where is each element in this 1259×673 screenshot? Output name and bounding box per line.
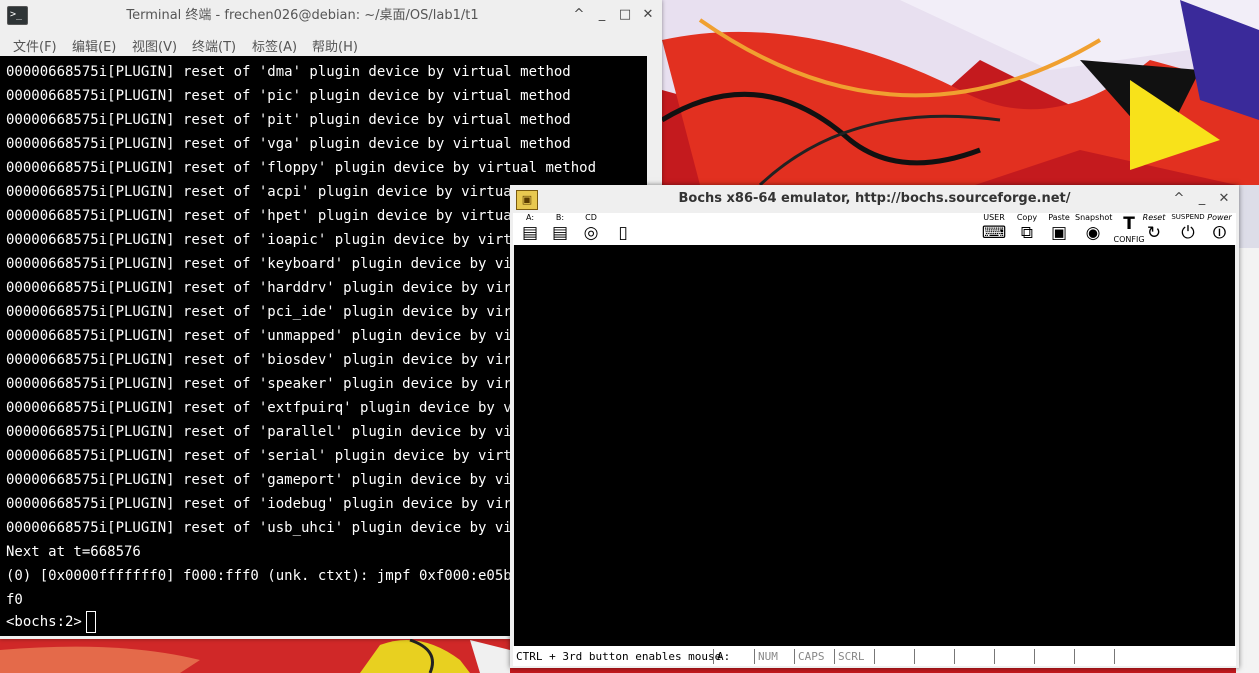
floppy-a-label: A: (525, 213, 535, 222)
cdrom-button[interactable]: CD ◎ (577, 213, 605, 245)
collapse-button[interactable]: ^ (1171, 191, 1187, 207)
terminal-line: 00000668575i[PLUGIN] reset of 'ioapic' p… (6, 232, 538, 248)
emulator-screen[interactable] (514, 245, 1235, 646)
terminal-line: f0 (6, 592, 23, 608)
maximize-button[interactable]: □ (617, 7, 633, 23)
reset-icon: ↻ (1146, 223, 1162, 243)
bochs-titlebar[interactable]: ▣ Bochs x86-64 emulator, http://bochs.so… (510, 185, 1239, 213)
terminal-line: 00000668575i[PLUGIN] reset of 'dma' plug… (6, 64, 571, 80)
background-window-edge[interactable] (1236, 248, 1259, 673)
bochs-toolbar: A: ▤ B: ▤ CD ◎ ▯ USER ⌨ Copy ⧉ Paste ▣ Snapsho… (513, 213, 1236, 245)
paste-label: Paste (1048, 213, 1070, 222)
terminal-line: 00000668575i[PLUGIN] reset of 'keyboard'… (6, 256, 538, 272)
minimize-button[interactable]: _ (594, 7, 610, 23)
power-label: Power (1207, 213, 1232, 222)
paste-icon: ▣ (1050, 223, 1068, 243)
menu-file[interactable]: 文件(F) (13, 36, 57, 55)
terminal-line: 00000668575i[PLUGIN] reset of 'parallel'… (6, 424, 538, 440)
status-slot (874, 649, 910, 664)
floppy-b-button[interactable]: B: ▤ (547, 213, 573, 245)
terminal-line: 00000668575i[PLUGIN] reset of 'serial' p… (6, 448, 538, 464)
terminal-line: 00000668575i[PLUGIN] reset of 'gameport'… (6, 472, 538, 488)
terminal-line: 00000668575i[PLUGIN] reset of 'usb_uhci'… (6, 520, 538, 536)
terminal-title: Terminal 终端 - frechen026@debian: ~/桌面/OS… (126, 8, 479, 23)
cdrom-icon: ◎ (583, 223, 599, 243)
mouse-hint: CTRL + 3rd button enables mouse (516, 650, 722, 663)
user-label: USER (983, 213, 1005, 222)
status-slot (954, 649, 990, 664)
terminal-line: 00000668575i[PLUGIN] reset of 'hpet' plu… (6, 208, 538, 224)
menu-view[interactable]: 视图(V) (132, 36, 177, 55)
bochs-prompt[interactable]: <bochs:2> (6, 611, 96, 633)
prompt-text: <bochs:2> (6, 614, 82, 630)
terminal-titlebar[interactable]: >_ Terminal 终端 - frechen026@debian: ~/桌面… (0, 0, 662, 31)
status-slot (1034, 649, 1070, 664)
drive-indicator: A: (713, 649, 742, 664)
reset-button[interactable]: Reset ↻ (1137, 213, 1171, 245)
bochs-window: ▣ Bochs x86-64 emulator, http://bochs.so… (510, 185, 1239, 668)
status-slot (994, 649, 1030, 664)
usb-button[interactable]: ▯ (609, 213, 637, 245)
status-slot (1074, 649, 1110, 664)
menu-edit[interactable]: 编辑(E) (72, 36, 116, 55)
power-icon: ⏼ (1212, 223, 1227, 243)
power-button[interactable]: Power ⏼ (1203, 213, 1236, 245)
camera-icon: ◉ (1085, 223, 1101, 243)
scrl-indicator: SCRL (834, 649, 870, 664)
usb-label (609, 213, 637, 222)
close-button[interactable]: ✕ (1216, 191, 1232, 207)
close-button[interactable]: ✕ (640, 7, 656, 23)
terminal-lines: 00000668575i[PLUGIN] reset of 'dma' plug… (6, 60, 596, 612)
menu-terminal[interactable]: 终端(T) (192, 36, 236, 55)
terminal-line: 00000668575i[PLUGIN] reset of 'harddrv' … (6, 280, 538, 296)
terminal-line: 00000668575i[PLUGIN] reset of 'vga' plug… (6, 136, 571, 152)
collapse-button[interactable]: ^ (571, 7, 587, 23)
text-cursor (85, 611, 96, 633)
snapshot-label: Snapshot (1075, 213, 1113, 222)
status-slot (1114, 649, 1150, 664)
terminal-line: 00000668575i[PLUGIN] reset of 'iodebug' … (6, 496, 538, 512)
reset-label: Reset (1142, 213, 1166, 222)
menu-help[interactable]: 帮助(H) (312, 36, 358, 55)
copy-label: Copy (1016, 213, 1038, 222)
terminal-line: Next at t=668576 (6, 544, 141, 560)
status-slot (914, 649, 950, 664)
suspend-icon: ⏻ (1181, 223, 1195, 243)
terminal-line: 00000668575i[PLUGIN] reset of 'unmapped'… (6, 328, 538, 344)
bochs-statusbar: CTRL + 3rd button enables mouse A: NUM C… (513, 646, 1236, 666)
menu-tabs[interactable]: 标签(A) (252, 36, 297, 55)
terminal-line: 00000668575i[PLUGIN] reset of 'floppy' p… (6, 160, 597, 176)
copy-icon: ⧉ (1020, 223, 1034, 243)
terminal-line: 00000668575i[PLUGIN] reset of 'speaker' … (6, 376, 538, 392)
floppy-a-button[interactable]: A: ▤ (517, 213, 543, 245)
terminal-line: 00000668575i[PLUGIN] reset of 'acpi' plu… (6, 184, 538, 200)
terminal-line: 00000668575i[PLUGIN] reset of 'extfpuirq… (6, 400, 538, 416)
terminal-line: 00000668575i[PLUGIN] reset of 'biosdev' … (6, 352, 538, 368)
floppy-b-icon: ▤ (551, 223, 569, 243)
terminal-menubar: 文件(F) 编辑(E) 视图(V) 终端(T) 标签(A) 帮助(H) (0, 31, 662, 56)
user-button[interactable]: USER ⌨ (979, 213, 1009, 245)
minimize-button[interactable]: _ (1194, 191, 1210, 207)
keyboard-icon: ⌨ (981, 223, 1007, 243)
caps-indicator: CAPS (794, 649, 830, 664)
floppy-b-label: B: (555, 213, 565, 222)
paste-button[interactable]: Paste ▣ (1045, 213, 1073, 245)
terminal-line: 00000668575i[PLUGIN] reset of 'pit' plug… (6, 112, 571, 128)
usb-icon: ▯ (618, 223, 628, 243)
floppy-a-icon: ▤ (521, 223, 539, 243)
num-indicator: NUM (754, 649, 790, 664)
terminal-line: 00000668575i[PLUGIN] reset of 'pic' plug… (6, 88, 571, 104)
terminal-line: (0) [0x0000fffffff0] f000:fff0 (unk. ctx… (6, 568, 512, 584)
suspend-button[interactable]: SUSPEND ⏻ (1171, 213, 1205, 245)
cdrom-label: CD (585, 213, 597, 222)
bochs-title: Bochs x86-64 emulator, http://bochs.sour… (678, 191, 1071, 206)
copy-button[interactable]: Copy ⧉ (1013, 213, 1041, 245)
snapshot-button[interactable]: Snapshot ◉ (1075, 213, 1113, 245)
terminal-line: 00000668575i[PLUGIN] reset of 'pci_ide' … (6, 304, 538, 320)
suspend-label: SUSPEND (1171, 213, 1205, 221)
